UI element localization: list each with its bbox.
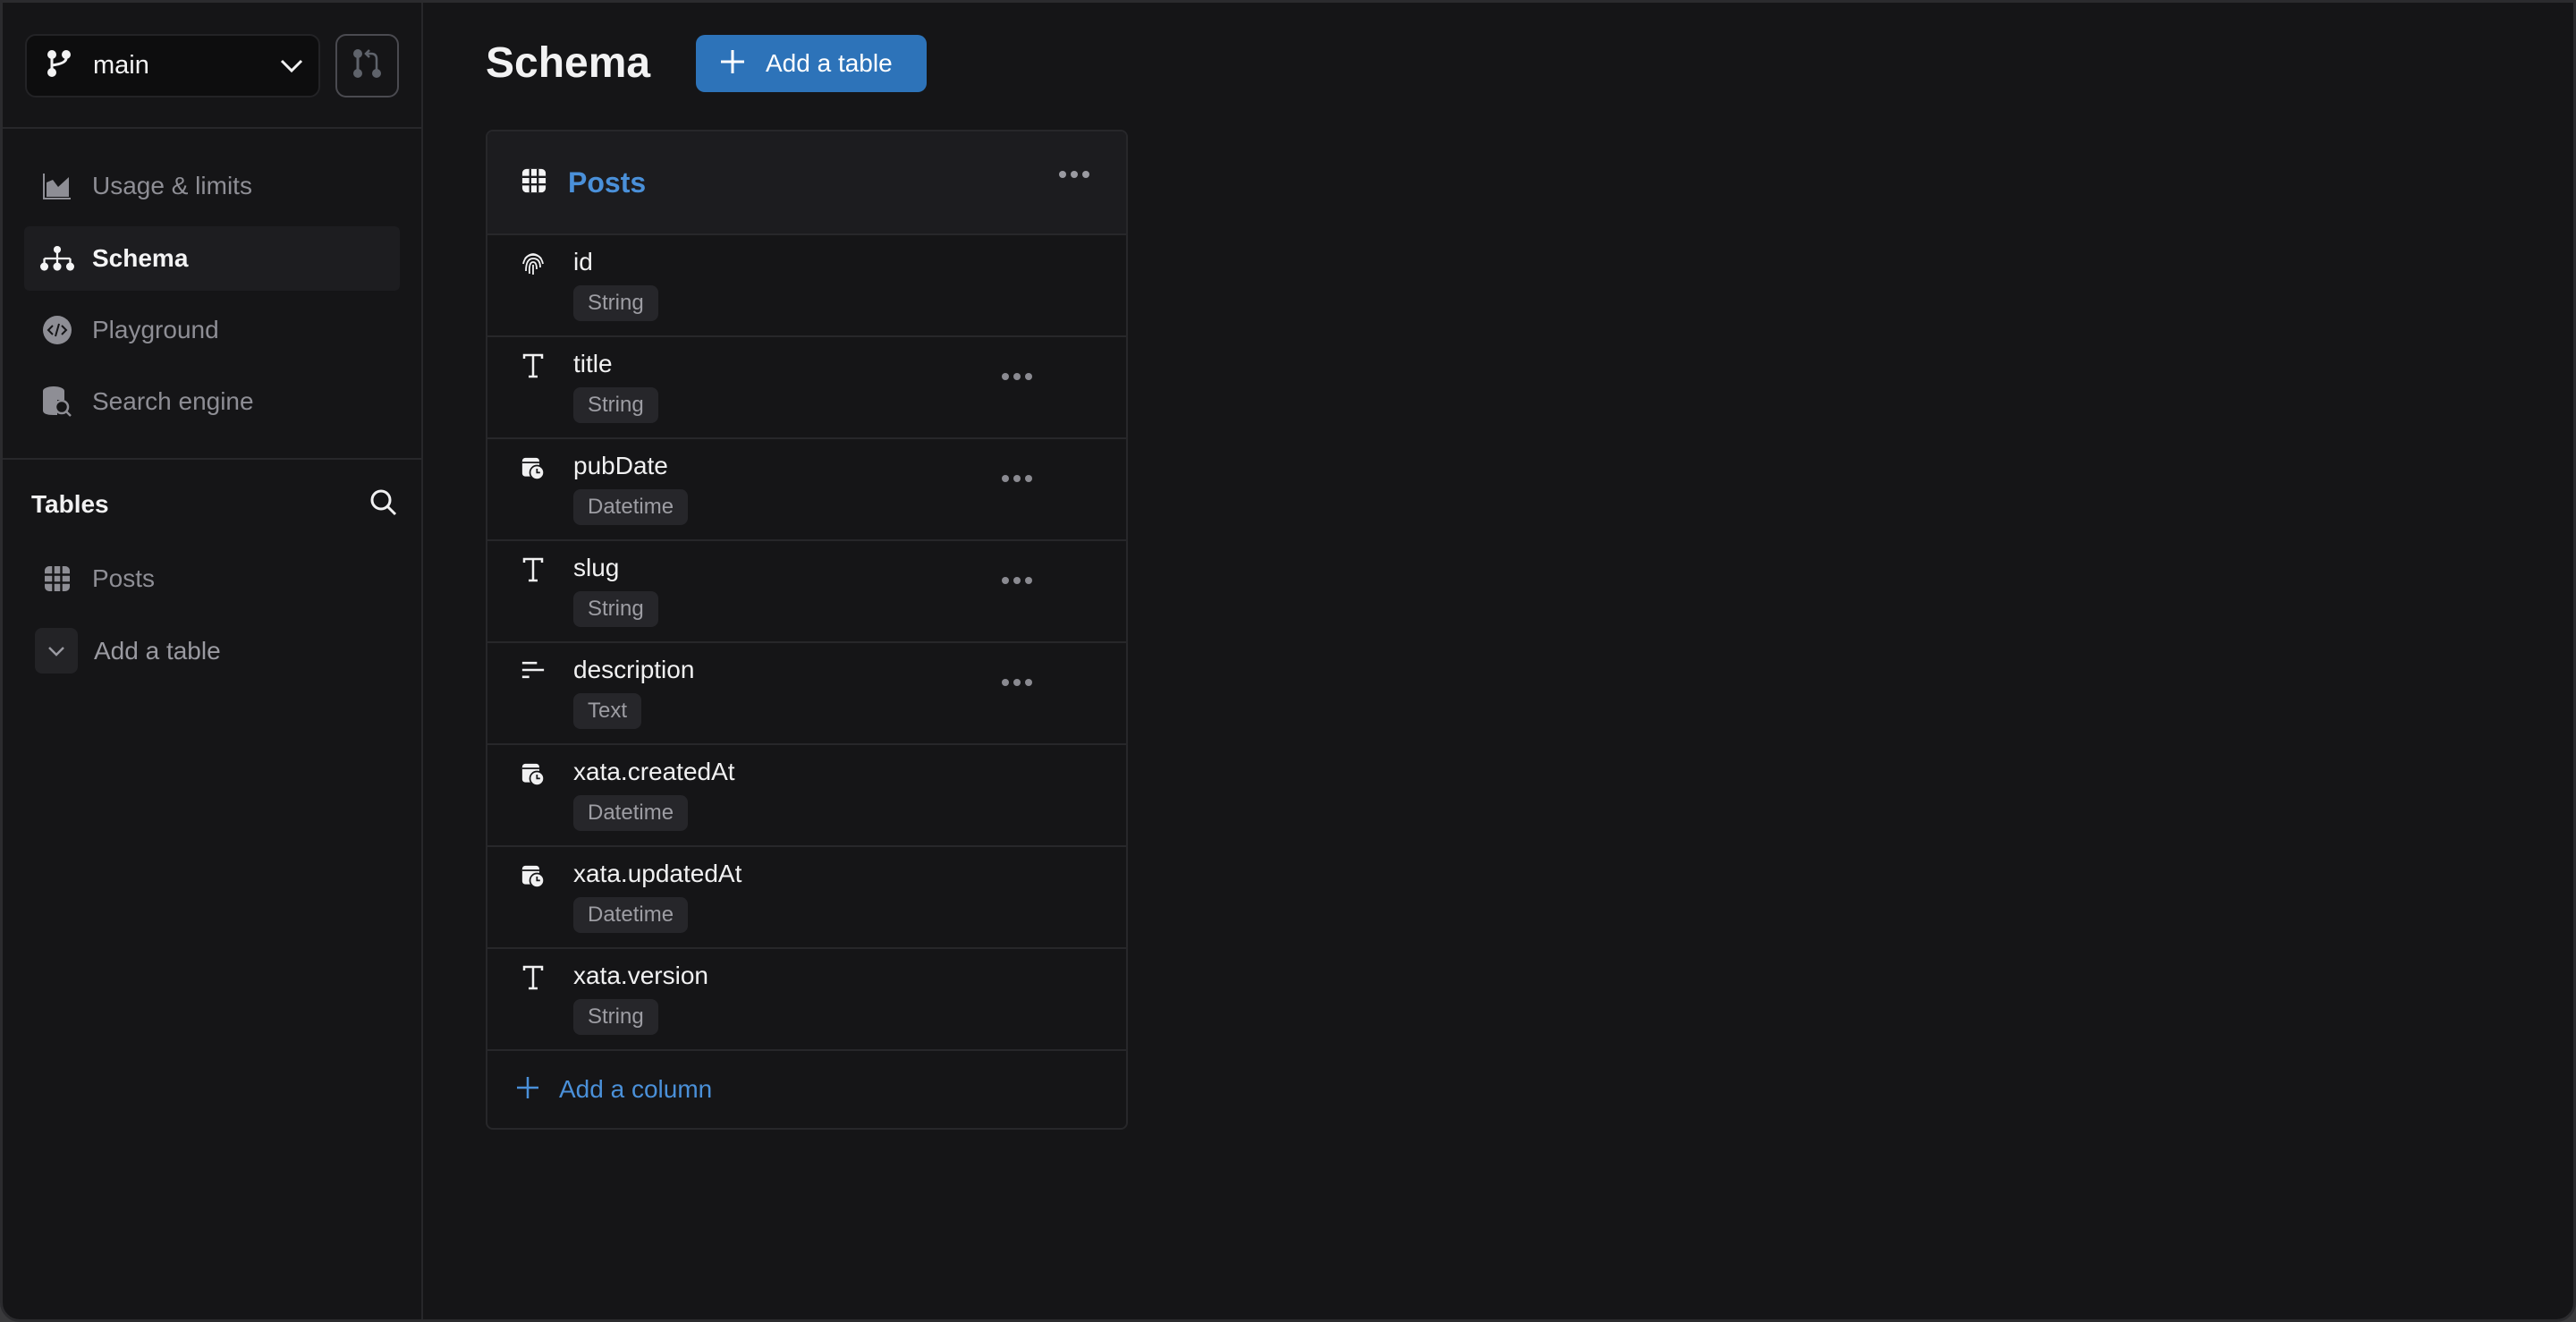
sidebar-divider (3, 127, 421, 129)
plus-icon (516, 1076, 539, 1104)
add-column-label: Add a column (559, 1075, 713, 1103)
column-type-badge: Datetime (573, 489, 689, 525)
sidebar-item-label: Posts (92, 564, 156, 592)
column-type-badge: String (573, 285, 658, 321)
add-table-button-label: Add a table (766, 49, 893, 77)
sidebar-item-playground[interactable]: Playground (24, 298, 400, 362)
plus-icon (719, 48, 746, 80)
column-menu-button[interactable] (1001, 675, 1033, 691)
fingerprint-icon (521, 251, 545, 278)
column-type-badge: Text (573, 693, 642, 729)
sidebar-item-label: Search engine (92, 387, 254, 415)
add-column-button[interactable]: Add a column (487, 1051, 1126, 1128)
column-row[interactable]: xata.updatedAt Datetime (487, 847, 1126, 949)
calendar-clock-icon (521, 455, 545, 482)
column-menu-button[interactable] (1001, 471, 1033, 487)
sidebar: main Usage & limits Schema Playground Se… (3, 3, 423, 1319)
tables-heading: Tables (31, 490, 109, 518)
chevron-down-icon (35, 628, 78, 674)
column-row[interactable]: pubDate Datetime (487, 439, 1126, 541)
table-name[interactable]: Posts (568, 166, 646, 199)
git-branch-icon (47, 49, 73, 82)
git-pull-request-icon (352, 48, 383, 83)
column-menu-button[interactable] (1001, 573, 1033, 589)
pull-request-button[interactable] (335, 34, 399, 97)
app-window: main Usage & limits Schema Playground Se… (0, 0, 2576, 1322)
chart-area-icon (40, 169, 74, 203)
chevron-down-icon (265, 59, 318, 73)
sidebar-item-label: Schema (92, 244, 189, 272)
branch-selector[interactable]: main (25, 34, 320, 97)
column-type-badge: String (573, 387, 658, 423)
column-menu-button[interactable] (1001, 369, 1033, 386)
tables-section-header: Tables (31, 484, 398, 525)
column-row[interactable]: title String (487, 337, 1126, 439)
sidebar-add-table[interactable]: Add a table (35, 628, 221, 674)
table-grid-icon (521, 168, 547, 198)
sitemap-icon (40, 242, 74, 275)
column-name: xata.version (573, 962, 708, 989)
column-name: slug (573, 554, 620, 581)
column-name: title (573, 350, 613, 377)
text-type-icon (521, 965, 545, 992)
column-name: xata.updatedAt (573, 860, 742, 887)
page-title: Schema (486, 39, 651, 87)
column-list: id String title String pubDate Datetime slug St… (487, 235, 1126, 1051)
column-type-badge: Datetime (573, 897, 689, 933)
add-table-button[interactable]: Add a table (696, 35, 927, 92)
table-card-header: Posts (487, 131, 1126, 235)
database-search-icon (40, 385, 74, 419)
calendar-clock-icon (521, 761, 545, 788)
sidebar-divider (3, 458, 421, 460)
column-row[interactable]: xata.version String (487, 949, 1126, 1051)
text-type-icon (521, 353, 545, 380)
column-row[interactable]: slug String (487, 541, 1126, 643)
table-card: Posts id String title String pubDate Datetime… (486, 130, 1128, 1130)
long-text-icon (521, 659, 545, 686)
sidebar-item-label: Usage & limits (92, 172, 252, 199)
sidebar-item-label: Playground (92, 316, 219, 343)
column-row[interactable]: xata.createdAt Datetime (487, 745, 1126, 847)
branch-name: main (93, 51, 149, 80)
search-icon[interactable] (369, 488, 398, 521)
table-menu-button[interactable] (1058, 167, 1090, 183)
calendar-clock-icon (521, 863, 545, 890)
column-name: id (573, 248, 593, 275)
column-row[interactable]: description Text (487, 643, 1126, 745)
column-type-badge: String (573, 999, 658, 1035)
column-type-badge: String (573, 591, 658, 627)
sidebar-item-search-engine[interactable]: Search engine (24, 369, 400, 434)
sidebar-table-posts[interactable]: Posts (24, 547, 400, 611)
column-type-badge: Datetime (573, 795, 689, 831)
column-row[interactable]: id String (487, 235, 1126, 337)
table-grid-icon (40, 562, 74, 596)
sidebar-item-usage[interactable]: Usage & limits (24, 154, 400, 218)
column-name: pubDate (573, 452, 668, 479)
add-table-label: Add a table (94, 636, 221, 665)
code-circle-icon (40, 313, 74, 347)
sidebar-item-schema[interactable]: Schema (24, 226, 400, 291)
column-name: description (573, 656, 695, 683)
column-name: xata.createdAt (573, 758, 735, 785)
text-type-icon (521, 557, 545, 584)
